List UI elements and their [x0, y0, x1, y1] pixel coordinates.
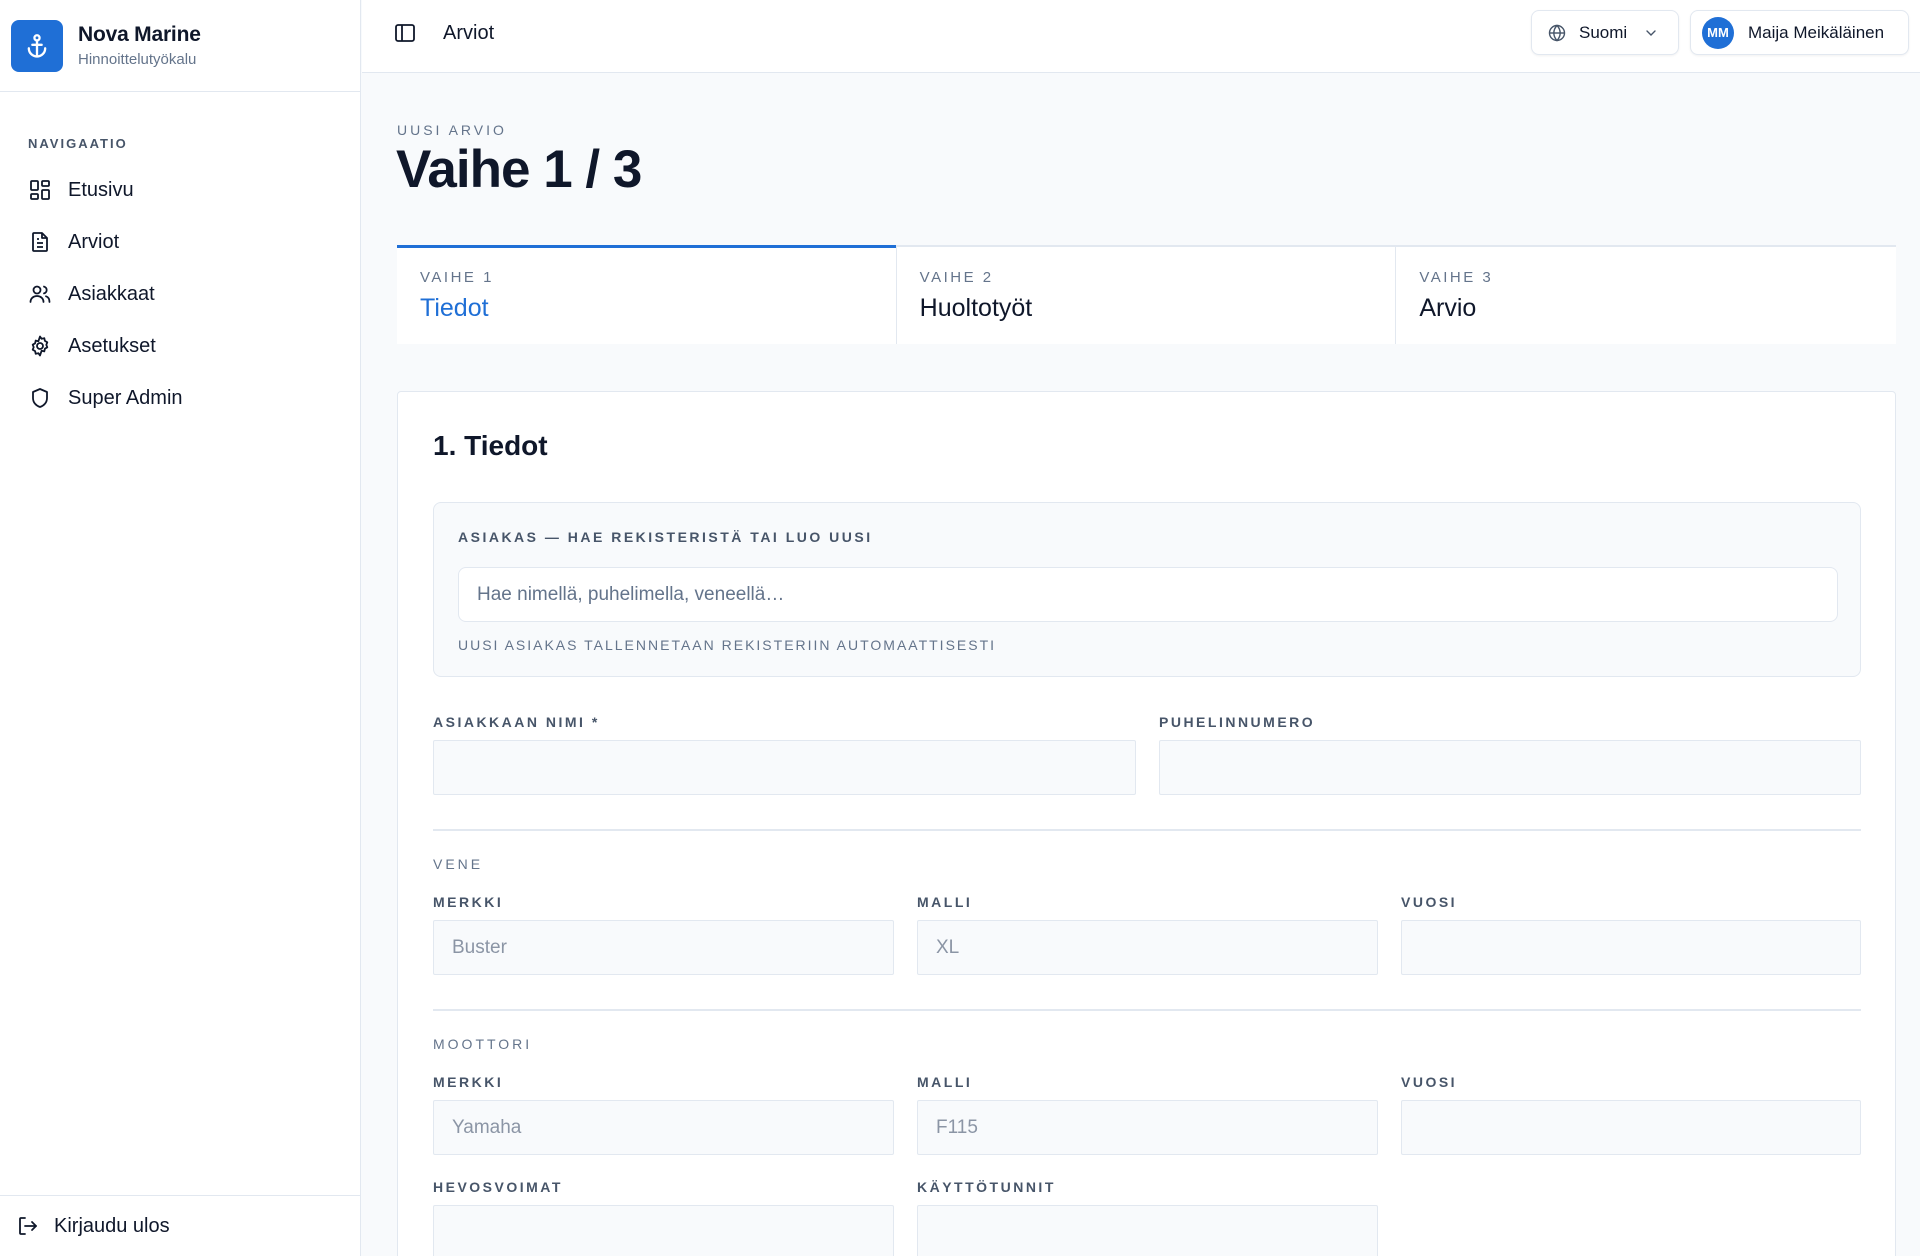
engine-hours-input[interactable]: [917, 1205, 1378, 1256]
user-name: Maija Meikäläinen: [1748, 22, 1885, 42]
dashboard-icon: [30, 180, 50, 200]
step-2-tab[interactable]: VAIHE 2 Huoltotyöt: [896, 247, 1397, 344]
language-selector[interactable]: Suomi: [1531, 10, 1679, 55]
user-menu-button[interactable]: MM Maija Meikäläinen: [1690, 10, 1909, 55]
sidebar-item-label: Arviot: [68, 230, 120, 253]
engine-model-label: MALLI: [917, 1074, 973, 1090]
language-label: Suomi: [1579, 22, 1628, 42]
sidebar-item-label: Asiakkaat: [68, 282, 155, 305]
topbar-title: Arviot: [443, 22, 495, 44]
step-3-tab[interactable]: VAIHE 3 Arvio: [1396, 247, 1897, 344]
logout-label: Kirjaudu ulos: [54, 1214, 170, 1237]
details-form-card: 1. Tiedot ASIAKAS — HAE REKISTERISTÄ TAI…: [397, 391, 1896, 1256]
gear-icon: [31, 335, 49, 357]
sidebar-toggle-icon: [395, 24, 415, 42]
customer-search-panel: ASIAKAS — HAE REKISTERISTÄ TAI LUO UUSI …: [433, 502, 1861, 677]
sidebar: Nova Marine Hinnoittelutyökalu NAVIGAATI…: [0, 0, 361, 1256]
engine-year-label: VUOSI: [1401, 1074, 1458, 1090]
anchor-icon: [11, 19, 63, 72]
boat-section-label: VENE: [433, 856, 484, 872]
sidebar-item-super-admin[interactable]: Super Admin: [28, 372, 183, 424]
engine-brand-input[interactable]: [433, 1100, 894, 1155]
customer-search-label: ASIAKAS — HAE REKISTERISTÄ TAI LUO UUSI: [458, 529, 873, 545]
divider: [433, 1009, 1861, 1011]
step-label: VAIHE 3: [1419, 269, 1494, 286]
step-label: VAIHE 2: [919, 269, 994, 286]
logout-button[interactable]: Kirjaudu ulos: [0, 1195, 361, 1256]
avatar: MM: [1702, 16, 1734, 49]
chevron-down-icon: [1646, 29, 1656, 36]
customer-search-hint: UUSI ASIAKAS TALLENNETAAN REKISTERIIN AU…: [458, 637, 997, 653]
engine-section-label: MOOTTORI: [433, 1036, 533, 1052]
shield-icon: [32, 388, 48, 408]
divider: [433, 829, 1861, 831]
document-icon: [32, 232, 48, 252]
page-title: Vaihe 1 / 3: [396, 140, 642, 199]
engine-model-input[interactable]: [917, 1100, 1378, 1155]
page-kicker: UUSI ARVIO: [397, 122, 507, 138]
step-1-tab[interactable]: VAIHE 1 Tiedot: [397, 245, 897, 344]
phone-label: PUHELINNUMERO: [1159, 714, 1316, 730]
customer-name-input[interactable]: [433, 740, 1136, 795]
engine-hours-label: KÄYTTÖTUNNIT: [917, 1179, 1056, 1195]
sidebar-item-asetukset[interactable]: Asetukset: [28, 320, 183, 372]
sidebar-item-asiakkaat[interactable]: Asiakkaat: [28, 268, 183, 320]
step-name: Arvio: [1419, 294, 1477, 322]
boat-year-input[interactable]: [1401, 920, 1861, 975]
boat-year-label: VUOSI: [1401, 894, 1458, 910]
sidebar-item-etusivu[interactable]: Etusivu: [28, 164, 183, 216]
logout-icon: [19, 1217, 37, 1235]
phone-input[interactable]: [1159, 740, 1861, 795]
form-title: 1. Tiedot: [433, 430, 548, 461]
sidebar-item-label: Etusivu: [68, 178, 134, 201]
stepper: VAIHE 1 Tiedot VAIHE 2 Huoltotyöt VAIHE …: [397, 245, 1897, 344]
sidebar-item-label: Asetukset: [68, 334, 156, 357]
engine-year-input[interactable]: [1401, 1100, 1861, 1155]
nav-section-title: NAVIGAATIO: [28, 136, 128, 151]
engine-brand-label: MERKKI: [433, 1074, 504, 1090]
users-icon: [29, 285, 51, 303]
brand-subtitle: Hinnoittelutyökalu: [78, 50, 197, 68]
sidebar-item-label: Super Admin: [68, 386, 183, 409]
topbar: Arviot Suomi MM Maija Meikäläinen: [362, 0, 1920, 73]
boat-model-input[interactable]: [917, 920, 1378, 975]
sidebar-nav: Etusivu Arviot Asiakkaat Asetukset Super…: [28, 164, 183, 424]
step-name: Tiedot: [420, 294, 489, 322]
step-name: Huoltotyöt: [919, 294, 1033, 322]
boat-brand-label: MERKKI: [433, 894, 504, 910]
brand-name: Nova Marine: [78, 22, 201, 46]
globe-icon: [1548, 23, 1566, 42]
horsepower-label: HEVOSVOIMAT: [433, 1179, 563, 1195]
customer-name-label: ASIAKKAAN NIMI *: [433, 714, 600, 730]
brand[interactable]: Nova Marine Hinnoittelutyökalu: [0, 0, 360, 92]
boat-model-label: MALLI: [917, 894, 973, 910]
customer-search-input[interactable]: [458, 567, 1838, 622]
boat-brand-input[interactable]: [433, 920, 894, 975]
step-label: VAIHE 1: [420, 269, 494, 286]
horsepower-input[interactable]: [433, 1205, 894, 1256]
sidebar-toggle-button[interactable]: [392, 20, 418, 46]
sidebar-item-arviot[interactable]: Arviot: [28, 216, 183, 268]
